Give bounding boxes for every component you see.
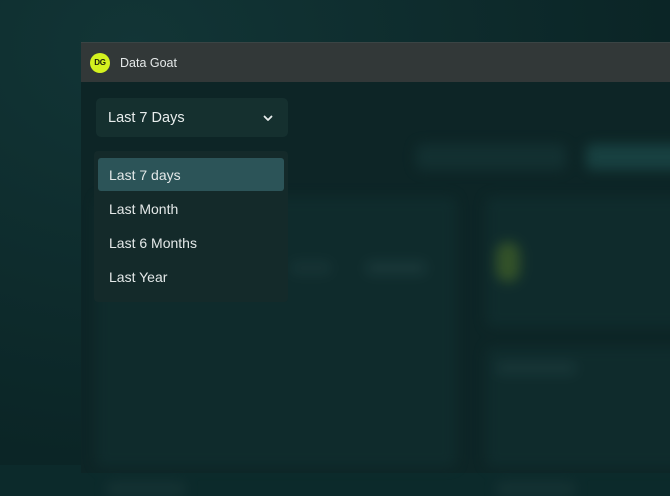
title-bar: DG Data Goat <box>81 43 670 82</box>
app-logo: DG <box>90 52 110 73</box>
blurred-heading <box>496 362 576 374</box>
blurred-label <box>291 262 331 274</box>
menu-option-last-7-days[interactable]: Last 7 days <box>98 158 284 191</box>
blurred-label <box>366 262 426 274</box>
chevron-down-icon <box>262 112 274 124</box>
blurred-control <box>416 144 566 170</box>
date-range-select[interactable]: Last 7 Days <box>96 98 288 137</box>
date-range-menu: Last 7 days Last Month Last 6 Months Las… <box>94 151 288 302</box>
blurred-heading <box>106 482 186 496</box>
app-title: Data Goat <box>120 55 177 70</box>
blurred-heading <box>496 482 576 496</box>
date-range-selected-value: Last 7 Days <box>108 109 185 126</box>
menu-option-last-month[interactable]: Last Month <box>98 192 284 225</box>
blurred-indicator <box>496 242 520 282</box>
menu-option-last-6-months[interactable]: Last 6 Months <box>98 226 284 259</box>
blurred-button <box>586 144 670 170</box>
menu-option-last-year[interactable]: Last Year <box>98 260 284 293</box>
